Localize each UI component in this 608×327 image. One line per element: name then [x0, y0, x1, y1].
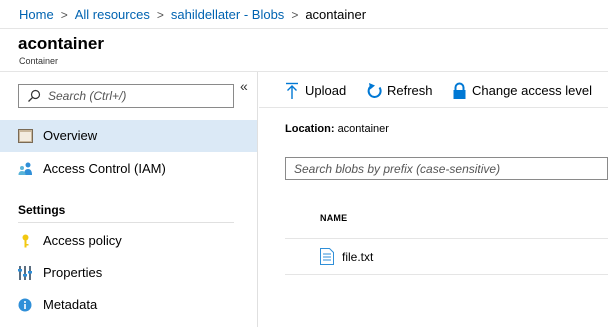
- upload-label: Upload: [305, 83, 347, 98]
- refresh-icon: [367, 83, 382, 98]
- breadcrumb-separator: >: [156, 8, 164, 22]
- sidebar-item-label: Overview: [43, 128, 98, 143]
- sidebar-item-label: Access Control (IAM): [43, 161, 166, 176]
- refresh-button[interactable]: Refresh: [367, 82, 447, 100]
- sidebar-item-iam[interactable]: Access Control (IAM): [0, 153, 257, 185]
- location-info: Location: acontainer: [285, 123, 389, 135]
- column-header-name[interactable]: NAME: [320, 213, 347, 223]
- iam-icon: [18, 162, 32, 175]
- location-label: Location:: [285, 123, 335, 135]
- info-icon: [18, 298, 32, 312]
- table-row[interactable]: file.txt: [285, 239, 608, 275]
- upload-icon: [286, 82, 298, 99]
- change-access-level-button[interactable]: Change access level: [452, 82, 602, 100]
- page-title: acontainer: [18, 34, 104, 53]
- section-divider: [18, 222, 234, 223]
- file-name[interactable]: file.txt: [342, 250, 373, 264]
- settings-section-header: Settings: [18, 203, 66, 217]
- blob-search-input[interactable]: Search blobs by prefix (case-sensitive): [285, 157, 608, 180]
- sidebar: Search (Ctrl+/) « Overview Access Contro…: [0, 72, 258, 327]
- refresh-label: Refresh: [387, 83, 433, 98]
- sidebar-item-overview[interactable]: Overview: [0, 120, 257, 152]
- breadcrumb-blobs[interactable]: sahildellater - Blobs: [171, 7, 284, 22]
- search-icon: [28, 89, 41, 102]
- top-bar: Home > All resources > sahildellater - Blobs…: [0, 0, 608, 29]
- collapse-sidebar-button[interactable]: «: [240, 78, 248, 94]
- overview-icon: [18, 129, 33, 143]
- breadcrumb-current: acontainer: [305, 7, 367, 22]
- breadcrumb: Home > All resources > sahildellater - Blobs…: [19, 7, 366, 22]
- file-icon: [320, 248, 334, 265]
- breadcrumb-separator: >: [291, 8, 299, 22]
- breadcrumb-separator: >: [60, 8, 68, 22]
- sidebar-item-access-policy[interactable]: Access policy: [0, 225, 257, 257]
- breadcrumb-home[interactable]: Home: [19, 7, 54, 22]
- lock-icon: [453, 82, 466, 99]
- upload-button[interactable]: Upload: [285, 82, 377, 100]
- command-bar: Upload Refresh Change access level: [259, 72, 608, 108]
- properties-icon: [18, 266, 32, 280]
- sidebar-item-label: Properties: [43, 265, 103, 280]
- sidebar-item-metadata[interactable]: Metadata: [0, 289, 257, 321]
- change-access-label: Change access level: [472, 83, 592, 98]
- location-value: acontainer: [337, 123, 389, 135]
- blob-search-placeholder: Search blobs by prefix (case-sensitive): [294, 162, 501, 176]
- key-icon: [22, 234, 29, 248]
- page-subtitle: Container: [19, 56, 59, 66]
- sidebar-item-label: Access policy: [43, 233, 122, 248]
- breadcrumb-all-resources[interactable]: All resources: [75, 7, 150, 22]
- sidebar-search-placeholder: Search (Ctrl+/): [48, 89, 127, 103]
- sidebar-item-label: Metadata: [43, 297, 98, 312]
- sidebar-item-properties[interactable]: Properties: [0, 257, 257, 289]
- sidebar-search-input[interactable]: Search (Ctrl+/): [18, 84, 234, 108]
